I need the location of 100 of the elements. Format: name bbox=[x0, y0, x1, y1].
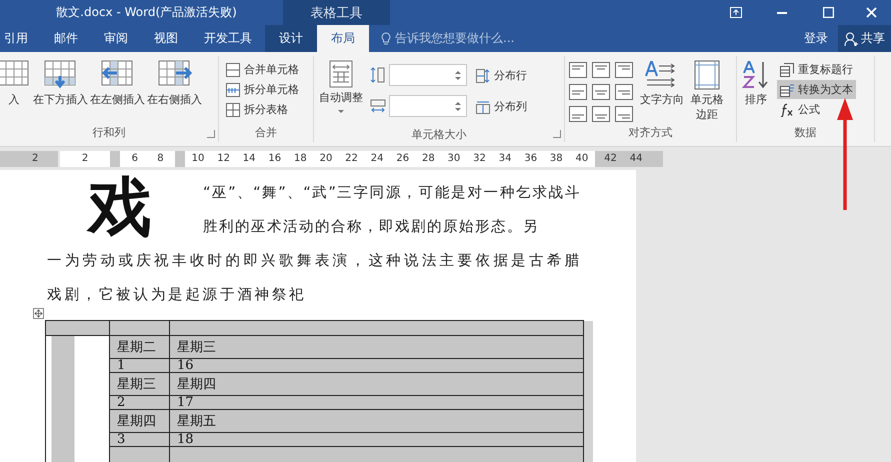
ruler-number: 14 bbox=[242, 152, 257, 166]
align-button[interactable] bbox=[569, 84, 587, 100]
table-cell: 16 bbox=[170, 358, 584, 372]
align-button[interactable] bbox=[592, 62, 610, 78]
merge-command-button[interactable]: 合并单元格 bbox=[223, 60, 302, 79]
align-button[interactable] bbox=[592, 106, 610, 122]
lightbulb-icon bbox=[381, 32, 391, 46]
table-cell: 1 bbox=[110, 358, 170, 372]
ribbon-tab[interactable]: 开发工具 bbox=[191, 25, 265, 52]
align-button[interactable] bbox=[615, 62, 633, 78]
table-to-text-icon bbox=[780, 82, 794, 96]
ruler-number: 24 bbox=[370, 152, 384, 166]
group-label: 单元格大小 bbox=[412, 128, 466, 141]
table-cell bbox=[110, 320, 170, 336]
group-label: 数据 bbox=[794, 126, 816, 139]
table-cell: 星期三 bbox=[110, 372, 170, 396]
ribbon-tab[interactable]: 设计 bbox=[265, 25, 317, 52]
repeat-rows-icon bbox=[780, 62, 794, 76]
person-icon bbox=[844, 32, 858, 46]
tell-me-field[interactable]: 告诉我您想要做什么... bbox=[395, 30, 514, 47]
align-button[interactable] bbox=[615, 106, 633, 122]
dialog-launcher-icon[interactable] bbox=[207, 130, 215, 138]
ruler-number: 32 bbox=[472, 152, 487, 166]
data-command-button[interactable]: 重复标题行 bbox=[777, 60, 856, 79]
ruler-number: 34 bbox=[498, 152, 512, 166]
ruler-number: 42 bbox=[603, 152, 618, 166]
dialog-launcher-icon[interactable] bbox=[553, 130, 561, 138]
table-cell: 星期二 bbox=[110, 336, 170, 358]
table-grid-icon bbox=[226, 62, 240, 76]
align-button[interactable] bbox=[615, 84, 633, 100]
ruler-number: 44 bbox=[628, 152, 644, 166]
table-grid-icon bbox=[226, 82, 240, 96]
text-align-icon bbox=[592, 62, 610, 78]
ribbon-tab[interactable]: 审阅 bbox=[91, 25, 141, 52]
distribute-button[interactable]: 分布列 bbox=[473, 97, 530, 116]
table-grid-icon bbox=[226, 102, 240, 116]
insert-button[interactable]: 在左侧插入 bbox=[89, 58, 146, 109]
table-move-handle-icon bbox=[33, 308, 44, 319]
distribute-button[interactable]: 分布行 bbox=[473, 66, 530, 85]
group-label: 行和列 bbox=[92, 126, 126, 139]
ruler-number: 6 bbox=[130, 152, 139, 166]
sign-in-link[interactable]: 登录 bbox=[794, 25, 838, 52]
ribbon-tab[interactable]: 视图 bbox=[141, 25, 191, 52]
table-cell: 星期五 bbox=[170, 410, 584, 432]
function-icon bbox=[780, 102, 794, 116]
align-button[interactable] bbox=[569, 106, 587, 122]
ribbon-display-icon bbox=[730, 7, 742, 18]
distribute-rows-icon bbox=[476, 68, 490, 82]
ruler-number: 8 bbox=[156, 152, 165, 166]
table-cell: 星期四 bbox=[170, 372, 584, 396]
cell-margins-button[interactable]: 单元格边距 bbox=[688, 58, 726, 124]
ruler-number: 10 bbox=[190, 152, 206, 166]
insert-button[interactable]: 入 bbox=[0, 58, 32, 109]
text-direction-button[interactable]: 文字方向 bbox=[639, 58, 685, 109]
text-align-icon bbox=[592, 84, 610, 100]
table-insert-icon bbox=[44, 60, 78, 90]
ruler-number: 28 bbox=[420, 152, 436, 166]
share-button[interactable]: 共享 bbox=[838, 25, 891, 52]
ruler-number: 36 bbox=[523, 152, 538, 166]
ruler-number: 18 bbox=[292, 152, 308, 166]
data-command-button[interactable]: 公式 bbox=[777, 100, 856, 119]
context-group-label: 表格工具 bbox=[310, 4, 362, 22]
autofit-icon bbox=[329, 60, 353, 88]
ruler-number: 2 bbox=[31, 152, 40, 166]
insert-button[interactable]: 在右侧插入 bbox=[146, 58, 203, 109]
ribbon-tab[interactable]: 邮件 bbox=[41, 25, 91, 52]
column-width-field[interactable] bbox=[389, 95, 467, 117]
text-align-icon bbox=[592, 106, 610, 122]
ruler-number: 2 bbox=[80, 152, 90, 166]
ribbon-tab[interactable]: 布局 bbox=[317, 25, 369, 52]
align-button[interactable] bbox=[569, 62, 587, 78]
minimize-icon bbox=[777, 12, 787, 14]
merge-command-button[interactable]: 拆分单元格 bbox=[223, 80, 302, 99]
ruler-number: 26 bbox=[395, 152, 410, 166]
ruler-number: 30 bbox=[446, 152, 462, 166]
body-paragraph: “巫”、“舞”、“武”三字同源，可能是对一种乞求战斗胜利的巫术活动的合称，即戏剧的原始形态。另 bbox=[203, 184, 581, 237]
table-cell: 3 bbox=[110, 432, 170, 446]
ruler-number: 16 bbox=[267, 152, 282, 166]
merge-command-button[interactable]: 拆分表格 bbox=[223, 100, 302, 119]
ruler-number: 40 bbox=[574, 152, 590, 166]
text-align-icon bbox=[615, 106, 633, 122]
text-align-icon bbox=[615, 62, 633, 78]
autofit-button[interactable]: 自动调整 bbox=[318, 58, 364, 115]
table-cell: 星期四 bbox=[110, 410, 170, 432]
ribbon-tab[interactable]: 引用 bbox=[0, 25, 41, 52]
insert-button[interactable]: 在下方插入 bbox=[32, 58, 89, 109]
ruler-number: 22 bbox=[344, 152, 359, 166]
text-align-icon bbox=[569, 84, 587, 100]
cell-margins-icon bbox=[694, 60, 720, 90]
table-cell: 2 bbox=[110, 396, 170, 410]
body-paragraph: 一为劳动或庆祝丰收时的即兴歌舞表演，这种说法主要依据是古希腊戏剧，它被认为是起源于酒神祭祀 bbox=[47, 252, 582, 305]
table-cell: 星期三 bbox=[170, 336, 584, 358]
group-label: 对齐方式 bbox=[628, 126, 672, 139]
table-cell bbox=[46, 320, 110, 336]
text-align-icon bbox=[569, 106, 587, 122]
table-cell: 18 bbox=[170, 432, 584, 446]
row-height-field[interactable] bbox=[389, 64, 467, 86]
align-button[interactable] bbox=[592, 84, 610, 100]
data-command-button[interactable]: 转换为文本 bbox=[777, 80, 856, 99]
sort-button[interactable]: 排序 bbox=[741, 58, 771, 109]
